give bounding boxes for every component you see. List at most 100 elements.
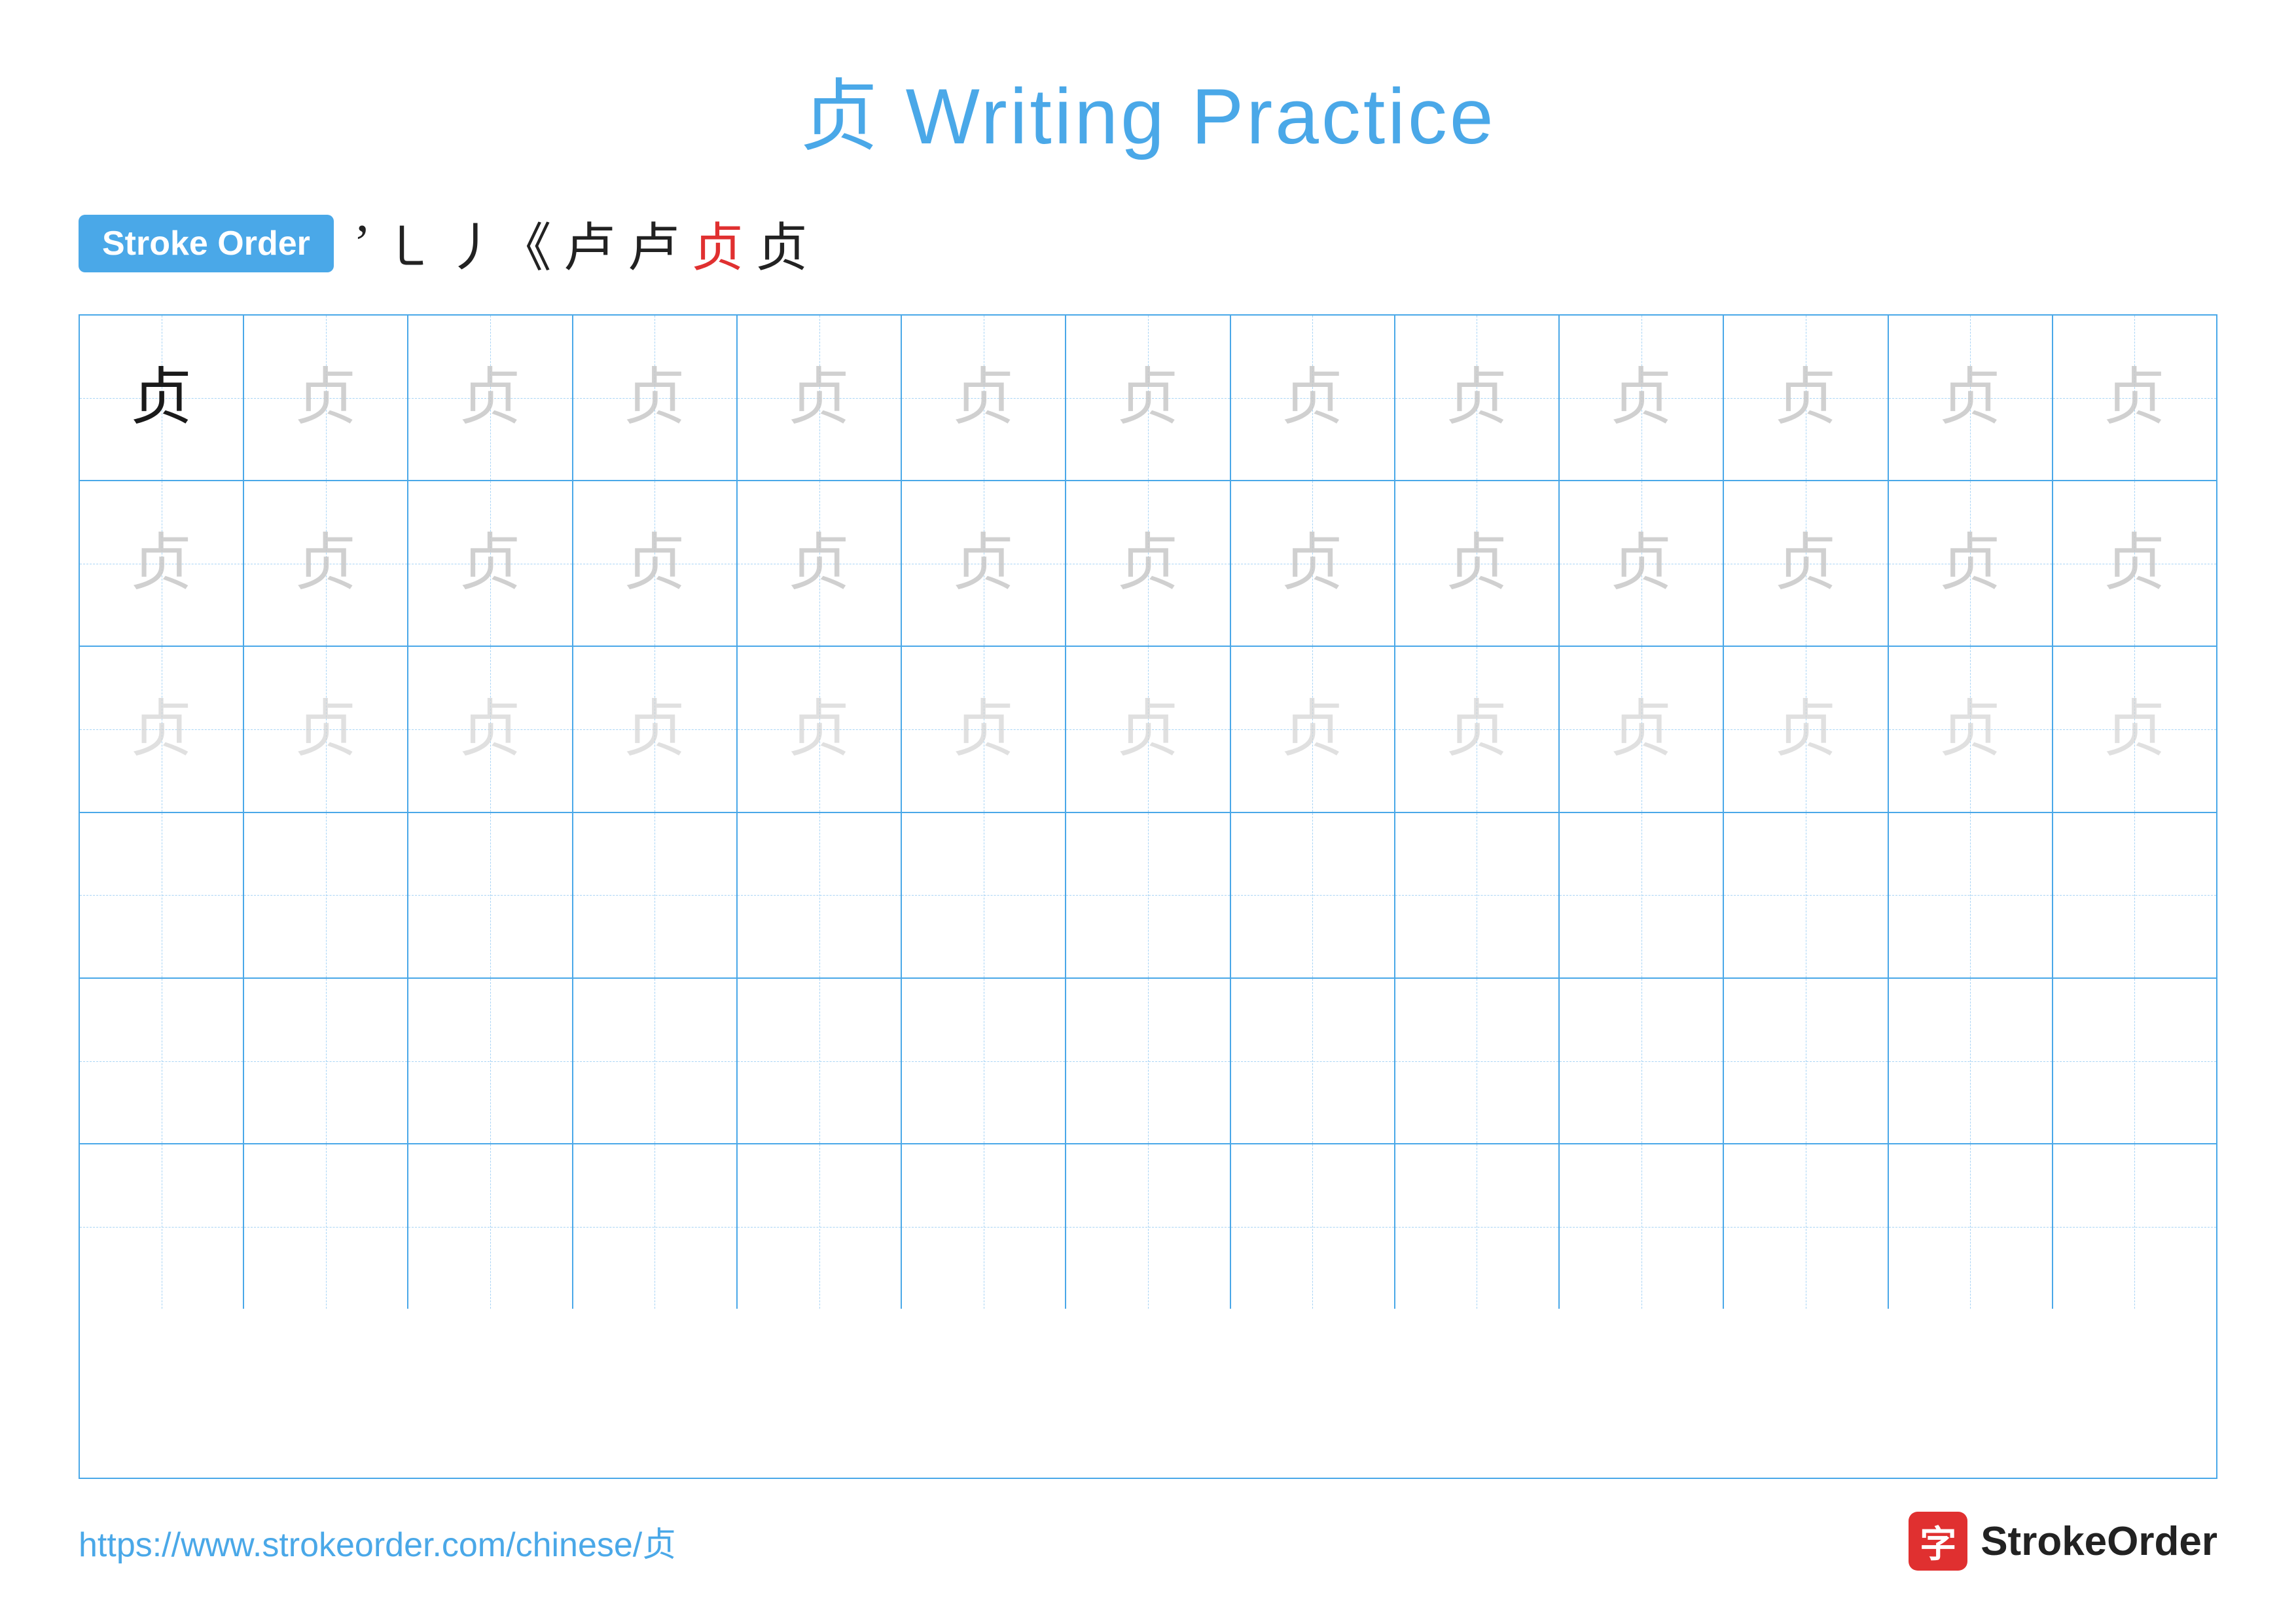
grid-cell-r6c3[interactable] <box>408 1144 573 1309</box>
grid-cell-r4c10[interactable] <box>1560 813 1724 977</box>
grid-cell-r5c11[interactable] <box>1724 979 1888 1143</box>
grid-cell-r4c3[interactable] <box>408 813 573 977</box>
grid-cell-r4c7[interactable] <box>1066 813 1230 977</box>
grid-cell-r6c7[interactable] <box>1066 1144 1230 1309</box>
grid-row-1: 贞 贞 贞 贞 贞 贞 贞 贞 贞 贞 贞 贞 贞 <box>80 316 2216 481</box>
grid-cell-r4c13[interactable] <box>2053 813 2216 977</box>
grid-cell-r5c9[interactable] <box>1395 979 1560 1143</box>
grid-cell-r5c13[interactable] <box>2053 979 2216 1143</box>
grid-cell-r2c11: 贞 <box>1724 481 1888 646</box>
stroke-1: ’ <box>353 214 371 274</box>
stroke-2: ㇄ <box>383 206 435 282</box>
grid-row-6 <box>80 1144 2216 1309</box>
grid-cell-r1c5: 贞 <box>738 316 902 480</box>
grid-cell-r6c6[interactable] <box>902 1144 1066 1309</box>
stroke-order-row: Stroke Order ’ ㇄ 丿《 卢 卢​ 贞 贞 <box>79 206 2217 282</box>
grid-cell-r6c10[interactable] <box>1560 1144 1724 1309</box>
grid-cell-r2c7: 贞 <box>1066 481 1230 646</box>
grid-cell-r5c8[interactable] <box>1231 979 1395 1143</box>
grid-cell-r5c3[interactable] <box>408 979 573 1143</box>
grid-cell-r3c13: 贞 <box>2053 647 2216 811</box>
grid-cell-r3c1: 贞 <box>80 647 244 811</box>
stroke-5: 卢​ <box>628 206 680 282</box>
grid-cell-r4c9[interactable] <box>1395 813 1560 977</box>
grid-cell-r2c10: 贞 <box>1560 481 1724 646</box>
grid-cell-r4c4[interactable] <box>573 813 738 977</box>
grid-cell-r3c2: 贞 <box>244 647 408 811</box>
grid-cell-r4c12[interactable] <box>1889 813 2053 977</box>
grid-cell-r5c2[interactable] <box>244 979 408 1143</box>
grid-cell-r6c4[interactable] <box>573 1144 738 1309</box>
grid-cell-r3c8: 贞 <box>1231 647 1395 811</box>
grid-cell-r5c1[interactable] <box>80 979 244 1143</box>
grid-cell-r3c7: 贞 <box>1066 647 1230 811</box>
grid-cell-r3c10: 贞 <box>1560 647 1724 811</box>
footer: https://www.strokeorder.com/chinese/贞 字 … <box>79 1479 2217 1571</box>
grid-cell-r1c7: 贞 <box>1066 316 1230 480</box>
grid-cell-r3c6: 贞 <box>902 647 1066 811</box>
footer-logo: 字 StrokeOrder <box>1909 1512 2217 1571</box>
grid-cell-r1c4: 贞 <box>573 316 738 480</box>
grid-cell-r2c13: 贞 <box>2053 481 2216 646</box>
grid-cell-r6c1[interactable] <box>80 1144 244 1309</box>
page-container: 贞 Writing Practice Stroke Order ’ ㇄ 丿《 卢… <box>0 0 2296 1623</box>
grid-cell-r2c5: 贞 <box>738 481 902 646</box>
grid-cell-r4c1[interactable] <box>80 813 244 977</box>
grid-cell-r2c12: 贞 <box>1889 481 2053 646</box>
grid-cell-r6c13[interactable] <box>2053 1144 2216 1309</box>
grid-cell-r6c8[interactable] <box>1231 1144 1395 1309</box>
grid-cell-r2c6: 贞 <box>902 481 1066 646</box>
grid-cell-r4c2[interactable] <box>244 813 408 977</box>
footer-url[interactable]: https://www.strokeorder.com/chinese/贞 <box>79 1517 676 1566</box>
grid-row-4 <box>80 813 2216 979</box>
grid-cell-r5c4[interactable] <box>573 979 738 1143</box>
grid-row-3: 贞 贞 贞 贞 贞 贞 贞 贞 贞 贞 贞 贞 贞 <box>80 647 2216 812</box>
grid-row-2: 贞 贞 贞 贞 贞 贞 贞 贞 贞 贞 贞 贞 贞 <box>80 481 2216 647</box>
grid-cell-r6c9[interactable] <box>1395 1144 1560 1309</box>
logo-icon: 字 <box>1909 1512 1967 1571</box>
grid-cell-r3c11: 贞 <box>1724 647 1888 811</box>
logo-text: StrokeOrder <box>1981 1518 2217 1565</box>
grid-cell-r4c6[interactable] <box>902 813 1066 977</box>
grid-cell-r1c10: 贞 <box>1560 316 1724 480</box>
grid-cell-r1c8: 贞 <box>1231 316 1395 480</box>
grid-cell-r2c8: 贞 <box>1231 481 1395 646</box>
grid-cell-r4c5[interactable] <box>738 813 902 977</box>
grid-cell-r1c12: 贞 <box>1889 316 2053 480</box>
stroke-4: 卢 <box>564 206 616 282</box>
grid-cell-r1c11: 贞 <box>1724 316 1888 480</box>
grid-cell-r5c7[interactable] <box>1066 979 1230 1143</box>
grid-cell-r3c4: 贞 <box>573 647 738 811</box>
grid-cell-r2c1: 贞 <box>80 481 244 646</box>
char-dark: 贞 <box>130 367 192 429</box>
title-char: 贞 <box>800 73 881 160</box>
grid-cell-r4c8[interactable] <box>1231 813 1395 977</box>
stroke-order-badge: Stroke Order <box>79 215 334 272</box>
grid-row-5 <box>80 979 2216 1144</box>
grid-cell-r1c1: 贞 <box>80 316 244 480</box>
grid-cell-r2c3: 贞 <box>408 481 573 646</box>
practice-grid: 贞 贞 贞 贞 贞 贞 贞 贞 贞 贞 贞 贞 贞 贞 贞 贞 贞 贞 贞 贞 … <box>79 314 2217 1479</box>
stroke-6: 贞 <box>692 206 744 282</box>
grid-cell-r2c9: 贞 <box>1395 481 1560 646</box>
grid-cell-r3c3: 贞 <box>408 647 573 811</box>
grid-cell-r5c12[interactable] <box>1889 979 2053 1143</box>
grid-cell-r5c6[interactable] <box>902 979 1066 1143</box>
grid-cell-r2c2: 贞 <box>244 481 408 646</box>
grid-cell-r3c5: 贞 <box>738 647 902 811</box>
grid-cell-r4c11[interactable] <box>1724 813 1888 977</box>
grid-cell-r2c4: 贞 <box>573 481 738 646</box>
grid-cell-r1c9: 贞 <box>1395 316 1560 480</box>
stroke-sequence: ’ ㇄ 丿《 卢 卢​ 贞 贞 <box>353 206 808 282</box>
stroke-3: 丿《 <box>447 206 552 282</box>
grid-cell-r6c5[interactable] <box>738 1144 902 1309</box>
grid-cell-r3c12: 贞 <box>1889 647 2053 811</box>
grid-cell-r6c2[interactable] <box>244 1144 408 1309</box>
grid-cell-r1c13: 贞 <box>2053 316 2216 480</box>
grid-cell-r5c10[interactable] <box>1560 979 1724 1143</box>
grid-cell-r1c3: 贞 <box>408 316 573 480</box>
grid-cell-r6c11[interactable] <box>1724 1144 1888 1309</box>
grid-cell-r6c12[interactable] <box>1889 1144 2053 1309</box>
grid-cell-r3c9: 贞 <box>1395 647 1560 811</box>
grid-cell-r5c5[interactable] <box>738 979 902 1143</box>
